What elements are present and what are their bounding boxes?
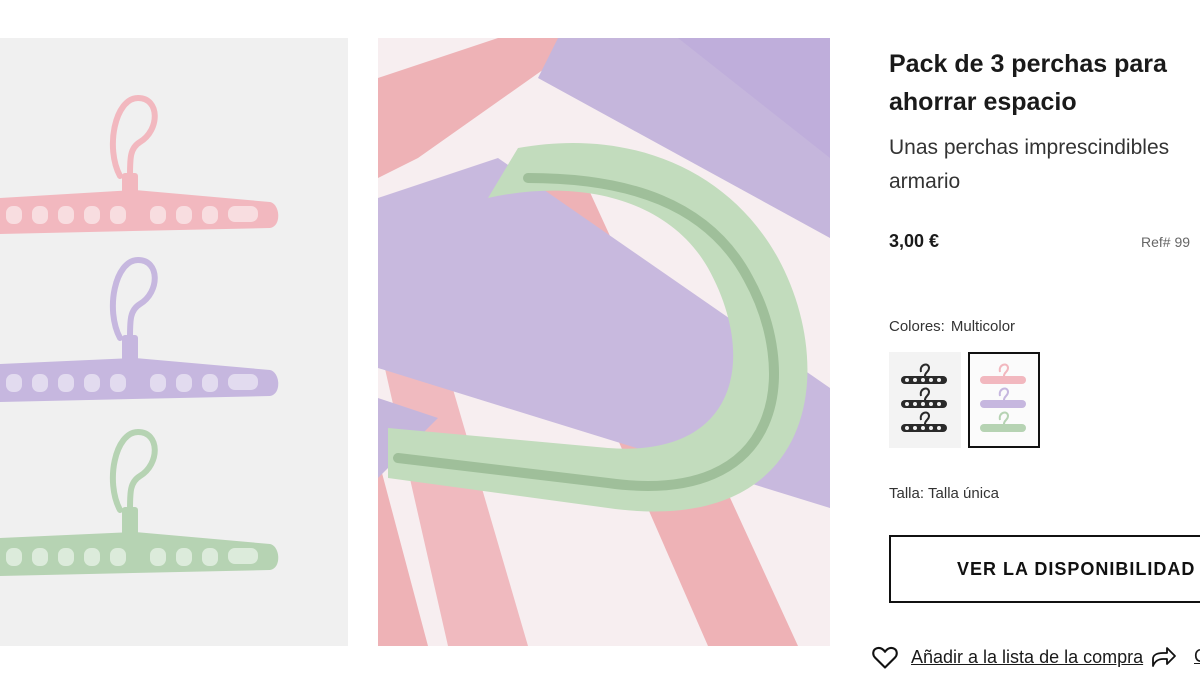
add-to-shopping-list-link[interactable]: Añadir a la lista de la compra [911,647,1143,668]
closeup-illustration [378,38,830,646]
colors-row: Colores: Multicolor [889,318,1015,335]
product-title: Pack de 3 perchas para ahorrar espacio [889,50,1167,116]
color-swatch-multicolor[interactable] [968,352,1040,448]
add-to-list-row[interactable]: Añadir a la lista de la compra [871,643,1143,671]
share-icon[interactable] [1151,645,1177,669]
hangers-illustration [0,94,279,576]
heart-icon[interactable] [871,643,899,671]
product-image-closeup[interactable] [378,38,830,646]
size-value: Talla única [928,485,999,502]
black-hangers-thumbnail [901,363,947,432]
product-price: 3,00 € [889,231,940,251]
multicolor-hangers-thumbnail [980,363,1026,432]
mint-hanger [0,428,279,576]
color-swatch-black[interactable] [889,352,961,448]
product-ref: Ref# 99 [1141,234,1191,250]
size-label: Talla: [889,485,925,502]
product-info: Pack de 3 perchas para ahorrar espacio U… [872,0,1200,675]
lilac-hanger [0,256,279,402]
pink-hanger [0,94,279,234]
colors-value: Multicolor [950,318,1016,335]
product-subtitle: Unas perchas imprescindibles armario [889,136,1170,193]
colors-label: Colores: [889,318,945,335]
share-link[interactable]: C [1194,646,1200,667]
check-availability-button[interactable]: VER LA DISPONIBILIDAD [889,535,1200,603]
product-image-hangers[interactable] [0,38,348,646]
size-row: Talla: Talla única [889,485,999,502]
check-availability-label: VER LA DISPONIBILIDAD [957,558,1196,579]
